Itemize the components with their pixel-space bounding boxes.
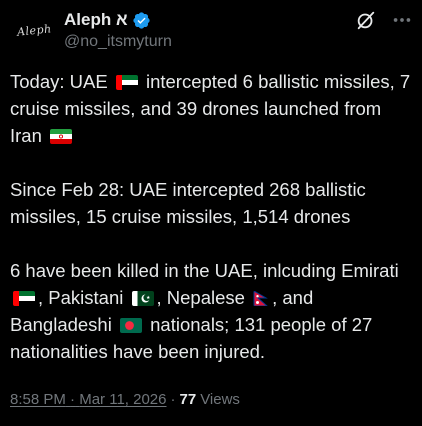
avatar-logo-text: Aleph: [16, 21, 52, 39]
views-label[interactable]: Views: [200, 391, 240, 408]
tweet-text: Today: UAE intercepted 6 ballistic missi…: [10, 68, 414, 392]
nepal-flag-icon: [253, 291, 269, 306]
views-count[interactable]: 77: [180, 391, 197, 408]
tweet-text-fragment: , Nepalese: [156, 287, 245, 308]
grok-icon[interactable]: [355, 9, 377, 31]
uae-flag-icon: [13, 291, 35, 306]
more-options-icon[interactable]: [391, 9, 413, 31]
author-block: Aleph א @no_itsmyturn: [64, 9, 172, 51]
iran-flag-icon: [50, 129, 73, 144]
tweet: Aleph Aleph א @no_itsmyturn Today: UAE i…: [0, 0, 422, 426]
uae-flag-icon: [115, 75, 138, 90]
tweet-paragraph-2: Since Feb 28: UAE intercepted 268 ballis…: [10, 179, 366, 227]
tweet-time[interactable]: 8:58 PM: [10, 391, 66, 408]
meta-separator: ·: [170, 391, 176, 408]
tweet-text-fragment: Today: UAE: [10, 71, 108, 92]
avatar[interactable]: Aleph: [10, 6, 58, 54]
tweet-text-fragment: , Pakistani: [38, 287, 124, 308]
pakistan-flag-icon: [131, 291, 154, 306]
bangladesh-flag-icon: [119, 318, 142, 333]
tweet-date[interactable]: Mar 11, 2026: [79, 391, 166, 408]
tweet-meta: 8:58 PM · Mar 11, 2026 · 77 Views: [10, 391, 240, 408]
display-name-row: Aleph א: [64, 9, 172, 31]
author-handle[interactable]: @no_itsmyturn: [64, 33, 172, 51]
tweet-timestamp[interactable]: 8:58 PM · Mar 11, 2026: [10, 391, 167, 408]
tweet-text-fragment: 6 have been killed in the UAE, inlcuding…: [10, 260, 399, 281]
display-name[interactable]: Aleph א: [64, 10, 128, 30]
tweet-paragraph-3: 6 have been killed in the UAE, inlcuding…: [10, 257, 414, 365]
tweet-paragraph-1: Today: UAE intercepted 6 ballistic missi…: [10, 68, 414, 149]
timestamp-separator: ·: [70, 391, 76, 408]
verified-badge-icon[interactable]: [132, 11, 151, 30]
